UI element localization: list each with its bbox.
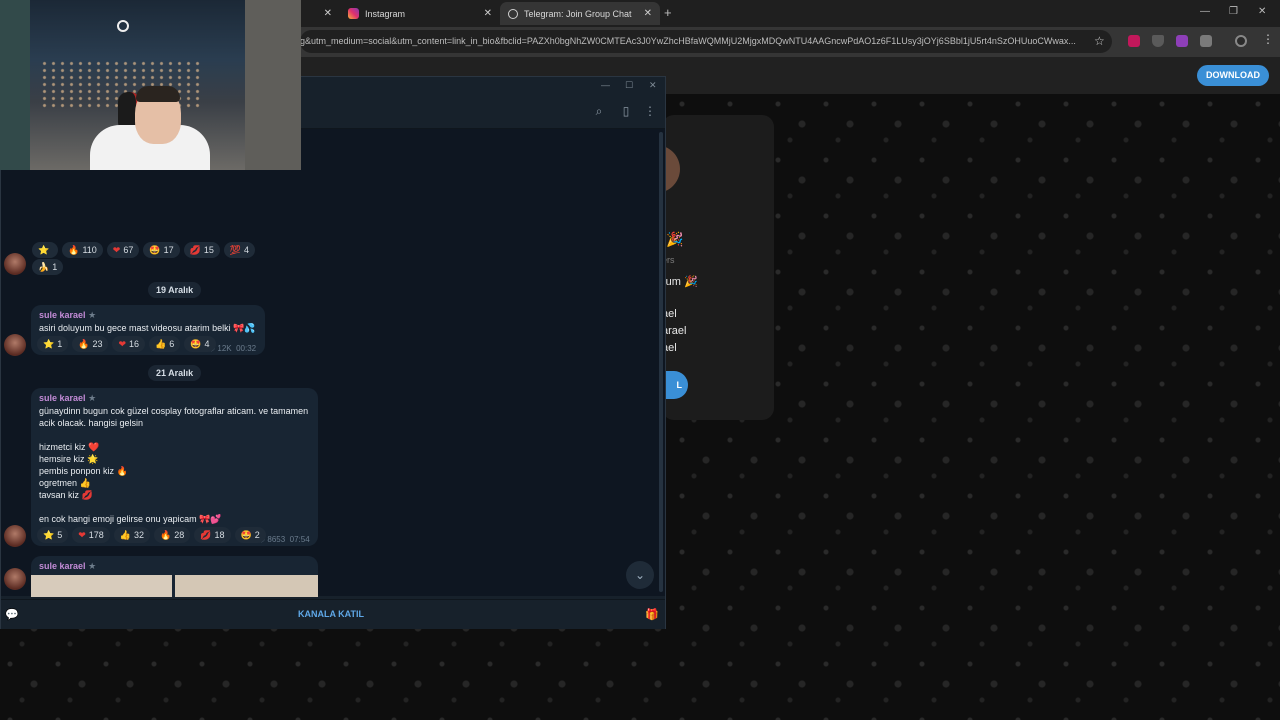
media-photo[interactable]	[175, 575, 318, 597]
card-title: rum 🎉	[662, 276, 698, 288]
tab-telegram[interactable]: Telegram: Join Group Chat ✕	[500, 2, 660, 25]
tab-unnamed[interactable]: ✕	[300, 2, 340, 25]
gift-icon[interactable]: 🎁	[645, 608, 659, 621]
reaction-thumbs-up[interactable]: 👍 32	[113, 527, 151, 543]
reaction-banana[interactable]: 🍌 1	[32, 259, 64, 275]
message-time: 07:54	[289, 535, 310, 544]
date-separator: 19 Aralık	[148, 282, 202, 298]
screen: ✕ Instagram ✕ Telegram: Join Group Chat …	[0, 0, 1280, 720]
author-avatar[interactable]	[4, 568, 26, 590]
reaction-kiss[interactable]: 💋 15	[183, 242, 220, 258]
tab-label: Telegram: Join Group Chat	[524, 8, 632, 19]
restore-icon[interactable]: ❐	[1229, 6, 1238, 17]
reaction-hundred[interactable]: 💯 4	[223, 242, 256, 258]
author-avatar[interactable]	[4, 525, 26, 547]
webcam-ring-light	[117, 20, 129, 32]
minimize-icon[interactable]: —	[1200, 6, 1210, 17]
message-text-line: hizmetci kiz ❤️	[39, 442, 100, 452]
tab-instagram[interactable]: Instagram ✕	[340, 2, 500, 25]
reaction-row: ⭐ 1 🔥 23 ❤ 16 👍 6 🤩 4	[37, 336, 216, 352]
profile-avatar[interactable]	[1235, 35, 1247, 47]
star-icon: ★	[88, 561, 97, 571]
minimize-icon[interactable]: —	[601, 80, 610, 90]
globe-icon	[508, 8, 518, 19]
message-text-line: en cok hangi emoji gelirse onu yapicam 🎀…	[39, 514, 222, 524]
reaction-row: 🍌 1	[32, 259, 64, 275]
join-channel-button[interactable]: KANALA KATIL	[1, 609, 661, 619]
extension-icon[interactable]	[1176, 35, 1188, 47]
download-button[interactable]: DOWNLOAD	[1197, 65, 1269, 86]
message-bubble[interactable]: sule karael ★ günaydinn bugun cok güzel …	[31, 388, 318, 546]
reaction-heart[interactable]: ❤ 16	[112, 336, 146, 352]
shield-icon[interactable]	[1152, 35, 1164, 47]
reaction-fire[interactable]: 🔥 28	[154, 527, 191, 543]
menu-kebab-icon[interactable]: ⋮	[1262, 32, 1274, 46]
message-text-line: acik olacak. hangisi gelsin	[39, 418, 144, 428]
webcam-wall	[245, 0, 301, 170]
message-text-line: ogretmen 👍	[39, 478, 91, 488]
sidebar-toggle-icon[interactable]: ▯	[618, 104, 634, 120]
reaction-row: ⭐ 🔥 110 ❤ 67 🤩 17 💋 15 💯 4	[32, 242, 256, 258]
view-count: 12K	[217, 344, 232, 353]
message-text-line: hemsire kiz 🌟	[39, 454, 99, 464]
address-bar[interactable]: g&utm_medium=social&utm_content=link_in_…	[300, 30, 1112, 53]
tab-close-icon[interactable]: ✕	[324, 8, 332, 19]
maximize-icon[interactable]: ☐	[625, 80, 633, 91]
reaction-heart[interactable]: ❤ 178	[72, 527, 110, 543]
tab-close-icon[interactable]: ✕	[644, 8, 652, 19]
star-icon: ★	[88, 310, 97, 320]
close-window-icon[interactable]: ✕	[1258, 6, 1266, 17]
invite-card: 🎉 ers rum 🎉 ael arael ael L	[662, 115, 774, 420]
scrollbar[interactable]	[659, 132, 663, 592]
webcam-curtain	[0, 0, 30, 170]
author-avatar[interactable]	[4, 253, 26, 275]
message-time: 00:32	[236, 344, 257, 353]
reaction-fire[interactable]: 🔥 110	[62, 242, 103, 258]
tab-label: Instagram	[365, 8, 406, 19]
new-tab-button[interactable]: +	[664, 5, 672, 20]
reaction-starstruck[interactable]: 🤩 2	[234, 527, 266, 543]
reaction-kiss[interactable]: 💋 18	[194, 527, 231, 543]
message-author[interactable]: sule karael ★	[39, 393, 96, 404]
reaction-thumbs-up[interactable]: 👍 6	[149, 336, 181, 352]
party-popper-icon: 🎉	[666, 231, 684, 247]
message-text-line: günaydinn bugun cok güzel cosplay fotogr…	[39, 406, 309, 416]
message-text: asiri doluyum bu gece mast videosu atari…	[39, 323, 256, 333]
puzzle-icon[interactable]	[1200, 35, 1212, 47]
reaction-starstruck[interactable]: 🤩 4	[184, 336, 216, 352]
webcam-overlay	[0, 0, 301, 170]
message-author[interactable]: sule karael ★	[39, 561, 96, 572]
author-avatar[interactable]	[4, 334, 26, 356]
reaction-star[interactable]: ⭐	[32, 242, 59, 258]
extension-icon[interactable]	[1128, 35, 1140, 47]
bookmark-star-icon[interactable]: ☆	[1094, 34, 1106, 48]
message-author[interactable]: sule karael ★	[39, 310, 96, 321]
reaction-heart[interactable]: ❤ 67	[106, 242, 140, 258]
webcam-person-hair	[136, 86, 180, 102]
reaction-starstruck[interactable]: 🤩 17	[143, 242, 180, 258]
more-options-icon[interactable]: ⋮	[642, 104, 658, 120]
date-separator: 21 Aralık	[148, 365, 202, 381]
close-window-icon[interactable]: ✕	[649, 80, 657, 91]
reaction-fire[interactable]: 🔥 23	[72, 336, 109, 352]
message-text-line: pembis ponpon kiz 🔥	[39, 466, 128, 476]
search-icon[interactable]: ⌕	[591, 104, 607, 120]
view-count: 8653	[267, 535, 286, 544]
reaction-star[interactable]: ⭐ 1	[37, 336, 69, 352]
message-text-line: tavsan kiz 💋	[39, 490, 93, 500]
reaction-star[interactable]: ⭐ 5	[37, 527, 69, 543]
instagram-icon	[348, 8, 359, 19]
reaction-row: ⭐ 5 ❤ 178 👍 32 🔥 28 💋 18 🤩 2	[37, 527, 266, 543]
media-photo[interactable]	[31, 575, 172, 597]
star-icon: ★	[88, 393, 97, 403]
composer-bar: 💬 KANALA KATIL 🎁	[1, 599, 665, 629]
tab-close-icon[interactable]: ✕	[484, 8, 492, 19]
scroll-down-button[interactable]: ⌄	[626, 561, 654, 589]
